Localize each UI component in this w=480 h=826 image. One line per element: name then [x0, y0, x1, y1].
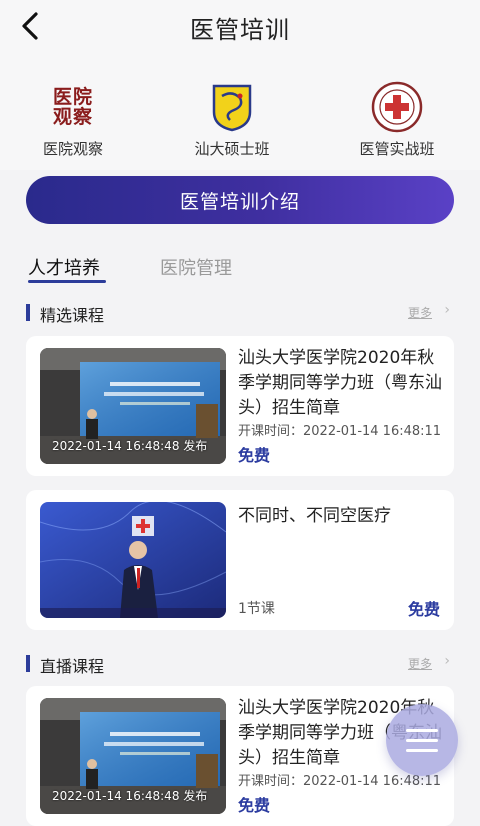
- tab-bar: 人才培养 医院管理: [0, 248, 480, 288]
- course-title: 汕头大学医学院2020年秋季学期同等学力班（粤东汕头）招生简章: [238, 348, 442, 418]
- shortcut-hospital-management[interactable]: 医管实战班: [342, 80, 452, 159]
- section-title: 直播课程: [40, 657, 105, 676]
- shortcut-label: 医院观察: [42, 140, 103, 158]
- more-link[interactable]: 更多: [408, 304, 432, 321]
- course-card[interactable]: 2022-01-14 16:48:48 发布 汕头大学医学院2020年秋季学期同…: [26, 336, 454, 476]
- more-link[interactable]: 更多: [408, 655, 432, 672]
- shortcut-stu-masters[interactable]: 汕大硕士班: [177, 80, 287, 159]
- shortcut-hospital-observation[interactable]: 医院观察 医院观察: [18, 80, 128, 159]
- hospital-observation-logo: 医院观察: [52, 86, 93, 128]
- active-tab-indicator: [28, 280, 106, 283]
- tab-hospital-management[interactable]: 医院管理: [160, 254, 232, 280]
- section-marker: [26, 655, 30, 672]
- shortcut-label: 医管实战班: [359, 140, 435, 158]
- course-price: 免费: [238, 446, 271, 465]
- lesson-count: 1节课: [238, 601, 275, 617]
- course-card[interactable]: 不同时、不同空医疗 1节课 免费: [26, 490, 454, 630]
- course-thumbnail: [40, 502, 226, 618]
- header: 医管培训 医院观察 医院观察 汕大硕士班 医管实战班: [0, 0, 480, 170]
- tab-talent-training[interactable]: 人才培养: [28, 254, 100, 280]
- course-title: 不同时、不同空医疗: [238, 506, 391, 526]
- publish-time: 2022-01-14 16:48:48 发布: [52, 789, 208, 803]
- course-thumbnail: 2022-01-14 16:48:48 发布: [40, 348, 226, 464]
- live-section-header: 直播课程 更多 ›: [26, 651, 454, 677]
- page-title: 医管培训: [190, 16, 290, 44]
- course-price: 免费: [238, 796, 271, 815]
- publish-time: 2022-01-14 16:48:48 发布: [52, 439, 208, 453]
- course-thumbnail: 2022-01-14 16:48:48 发布: [40, 698, 226, 814]
- menu-icon[interactable]: [386, 704, 458, 776]
- course-start-time: 开课时间：2022-01-14 16:48:11: [238, 424, 442, 439]
- chevron-right-icon[interactable]: ›: [444, 653, 450, 669]
- section-marker: [26, 304, 30, 321]
- stu-masters-emblem: [177, 80, 287, 134]
- hospital-management-seal: [342, 80, 452, 134]
- course-price: 免费: [407, 600, 440, 619]
- featured-section-header: 精选课程 更多 ›: [26, 300, 454, 326]
- shortcut-label: 汕大硕士班: [194, 140, 270, 158]
- section-title: 精选课程: [40, 306, 105, 325]
- intro-button[interactable]: 医管培训介绍: [26, 176, 454, 224]
- chevron-right-icon[interactable]: ›: [444, 302, 450, 318]
